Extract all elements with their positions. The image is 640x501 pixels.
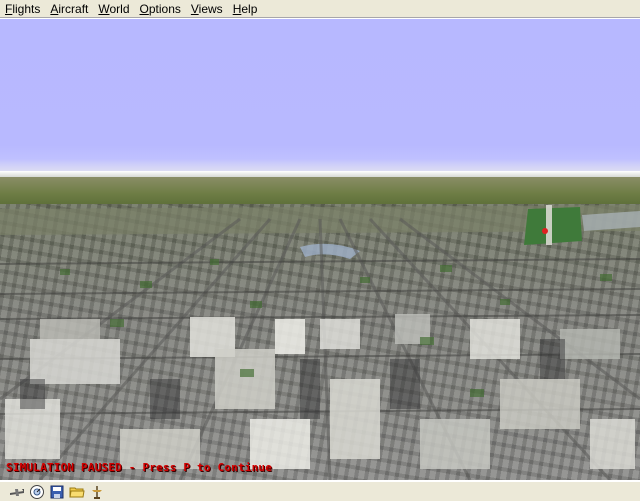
gauge-icon [29, 484, 44, 499]
save-icon [50, 485, 63, 498]
open-folder-icon [68, 487, 85, 497]
menu-bar: Flights Aircraft World Options Views Hel… [0, 0, 640, 18]
aircraft-icon [9, 488, 24, 496]
park-area [524, 207, 582, 245]
menu-world[interactable]: World [93, 0, 134, 18]
menu-aircraft[interactable]: Aircraft [45, 0, 93, 18]
menu-flights[interactable]: Flights [0, 0, 45, 18]
aircraft-button[interactable] [8, 483, 25, 500]
scenery-viewport[interactable]: SIMULATION PAUSED - Press P to Continue [0, 19, 640, 480]
menu-options[interactable]: Options [135, 0, 186, 18]
weather-button[interactable] [88, 483, 105, 500]
bottom-toolbar [0, 481, 640, 501]
city-scenery [0, 205, 640, 480]
open-button[interactable] [68, 483, 85, 500]
flight-sim-window: Flights Aircraft World Options Views Hel… [0, 0, 640, 501]
landmark-marker [542, 228, 548, 234]
simulation-paused-message: SIMULATION PAUSED - Press P to Continue [6, 461, 273, 474]
menu-help[interactable]: Help [228, 0, 263, 18]
save-button[interactable] [48, 483, 65, 500]
instrument-button[interactable] [28, 483, 45, 500]
weather-vane-icon [91, 485, 102, 499]
menu-views[interactable]: Views [186, 0, 228, 18]
